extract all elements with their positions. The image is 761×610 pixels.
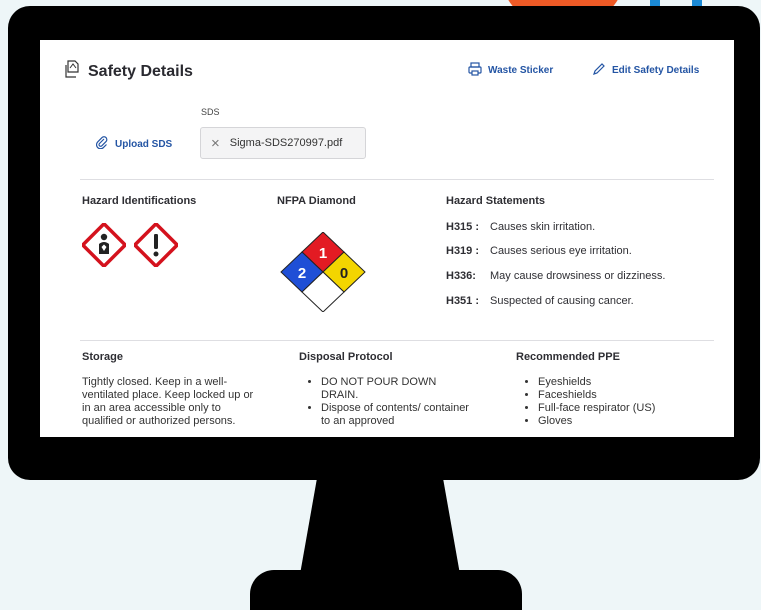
hazard-statement-row: H351 : Suspected of causing cancer. <box>446 295 634 307</box>
nfpa-instability-value: 0 <box>340 265 348 282</box>
edit-safety-details-button[interactable]: Edit Safety Details <box>592 62 699 79</box>
waste-sticker-label: Waste Sticker <box>488 65 554 76</box>
ppe-item: Faceshields <box>538 389 708 402</box>
health-hazard-icon <box>80 221 128 272</box>
disposal-protocol-heading: Disposal Protocol <box>299 351 393 363</box>
edit-safety-details-label: Edit Safety Details <box>612 65 700 76</box>
sds-file-chip: × Sigma-SDS270997.pdf <box>200 127 366 159</box>
ppe-item: Eyeshields <box>538 376 708 389</box>
hazard-code: H336: <box>446 270 476 282</box>
ppe-item: Gloves <box>538 415 708 428</box>
hazard-code: H351 : <box>446 295 480 307</box>
pencil-icon <box>592 62 606 79</box>
hazard-text: May cause drowsiness or dizziness. <box>490 270 666 282</box>
upload-sds-label: Upload SDS <box>115 138 173 150</box>
disposal-list: DO NOT POUR DOWN DRAIN. Dispose of conte… <box>301 376 471 428</box>
printer-icon <box>468 62 482 79</box>
hazard-text: Causes skin irritation. <box>490 221 596 233</box>
monitor-stand-base <box>250 570 522 610</box>
ppe-item: Full-face respirator (US) <box>538 402 708 415</box>
remove-file-icon[interactable]: × <box>211 136 220 151</box>
hazard-code: H315 : <box>446 221 480 233</box>
disposal-item: DO NOT POUR DOWN DRAIN. <box>321 376 471 402</box>
nfpa-health-value: 2 <box>298 265 306 282</box>
page-title: Safety Details <box>64 60 193 83</box>
paperclip-icon <box>95 136 108 152</box>
waste-sticker-button[interactable]: Waste Sticker <box>468 62 553 79</box>
hazard-statement-row: H336: May cause drowsiness or dizziness. <box>446 270 665 282</box>
upload-sds-button[interactable]: Upload SDS <box>95 136 173 152</box>
storage-heading: Storage <box>82 351 123 363</box>
ghs-pictograms <box>80 221 180 272</box>
sds-file-name[interactable]: Sigma-SDS270997.pdf <box>230 137 343 149</box>
hazard-statement-row: H315 : Causes skin irritation. <box>446 221 595 233</box>
hazard-identifications-heading: Hazard Identifications <box>82 195 197 207</box>
nfpa-diamond: 1 2 0 <box>276 231 370 317</box>
exclamation-mark-icon <box>132 221 180 272</box>
hazard-text: Causes serious eye irritation. <box>490 245 632 257</box>
safety-document-icon <box>64 60 80 83</box>
nfpa-flammability-value: 1 <box>319 245 327 262</box>
sds-label: SDS <box>201 107 220 117</box>
divider <box>80 179 714 180</box>
ppe-list: Eyeshields Faceshields Full-face respira… <box>518 376 708 428</box>
monitor-stand <box>299 470 461 580</box>
hazard-statements-heading: Hazard Statements <box>446 195 546 207</box>
hazard-code: H319 : <box>446 245 480 257</box>
page-title-text: Safety Details <box>88 62 193 80</box>
nfpa-diamond-heading: NFPA Diamond <box>277 195 356 207</box>
divider <box>80 340 714 341</box>
recommended-ppe-heading: Recommended PPE <box>516 351 620 363</box>
storage-text: Tightly closed. Keep in a well-ventilate… <box>82 376 254 427</box>
safety-details-panel: Safety Details Waste Sticker Edit Safety… <box>40 40 734 437</box>
hazard-statement-row: H319 : Causes serious eye irritation. <box>446 245 632 257</box>
disposal-item: Dispose of contents/ container to an app… <box>321 402 471 428</box>
hazard-text: Suspected of causing cancer. <box>490 295 634 307</box>
